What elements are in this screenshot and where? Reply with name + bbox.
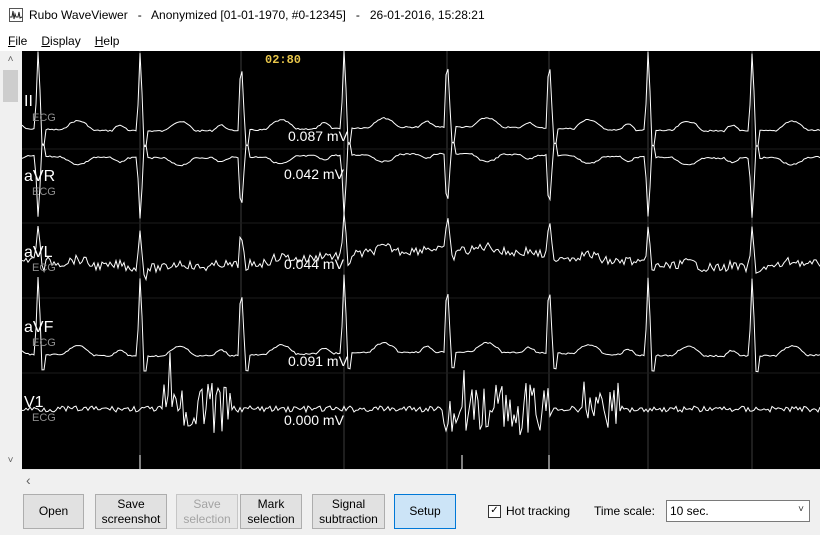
waveform-plot[interactable]: 02:80 II ECG 0.087 mV aVR ECG 0.042 mV a… <box>22 51 820 469</box>
setup-button[interactable]: Setup <box>394 494 456 529</box>
lead-name: aVF <box>24 319 54 336</box>
time-scale-value: 10 sec. <box>670 504 709 518</box>
window-title: Rubo WaveViewer - Anonymized [01-01-1970… <box>29 8 485 22</box>
menu-bar: File Display Help <box>0 30 820 51</box>
lead-name: II <box>24 93 33 110</box>
mark-selection-button[interactable]: Mark selection <box>240 494 302 529</box>
lead-v1-trace <box>22 352 820 436</box>
vertical-scroll-thumb[interactable] <box>3 70 18 102</box>
hot-tracking-checkbox[interactable]: ✓ Hot tracking <box>488 504 570 518</box>
vertical-scrollbar[interactable]: ˄ ˅ <box>0 51 21 469</box>
ecg-traces <box>22 51 820 469</box>
lead-type: ECG <box>32 112 56 124</box>
lead-type: ECG <box>32 186 56 198</box>
lead-avr-trace <box>22 141 820 219</box>
menu-file[interactable]: File <box>0 34 33 48</box>
open-button[interactable]: Open <box>23 494 84 529</box>
lead-value: 0.087 mV <box>288 128 348 144</box>
lead-name: aVR <box>24 168 56 185</box>
lead-value: 0.091 mV <box>288 353 348 369</box>
chevron-down-icon[interactable]: ˅ <box>798 504 804 515</box>
hot-tracking-label: Hot tracking <box>506 504 571 518</box>
cursor-time-label: 02:80 <box>265 53 302 67</box>
lead-type: ECG <box>32 337 56 349</box>
bottom-toolbar: Open Save screenshot Save selection Mark… <box>0 490 820 535</box>
save-selection-button[interactable]: Save selection <box>176 494 238 529</box>
lead-value: 0.000 mV <box>284 412 344 428</box>
chevron-up-icon[interactable]: ˄ <box>0 51 21 68</box>
lead-name: aVL <box>24 244 53 261</box>
lead-ii-trace <box>22 51 820 148</box>
menu-display[interactable]: Display <box>33 34 86 48</box>
checkmark-icon[interactable]: ✓ <box>488 504 501 518</box>
lead-type: ECG <box>32 262 56 274</box>
time-scale-select[interactable]: 10 sec. ˅ <box>666 500 810 522</box>
lead-value: 0.044 mV <box>284 256 344 272</box>
lead-name: V1 <box>24 394 44 411</box>
signal-subtraction-button[interactable]: Signal subtraction <box>312 494 385 529</box>
title-bar: Rubo WaveViewer - Anonymized [01-01-1970… <box>0 0 820 30</box>
lead-avf-trace <box>22 274 820 373</box>
menu-help[interactable]: Help <box>87 34 126 48</box>
lead-value: 0.042 mV <box>284 166 344 182</box>
time-scale-label: Time scale: <box>594 504 655 518</box>
waveform-app-icon <box>9 8 23 22</box>
lead-type: ECG <box>32 412 56 424</box>
horizontal-scrollbar[interactable]: ‹ <box>22 469 820 491</box>
chevron-down-icon[interactable]: ˅ <box>0 452 21 469</box>
save-screenshot-button[interactable]: Save screenshot <box>95 494 167 529</box>
chevron-left-icon[interactable]: ‹ <box>26 472 31 488</box>
